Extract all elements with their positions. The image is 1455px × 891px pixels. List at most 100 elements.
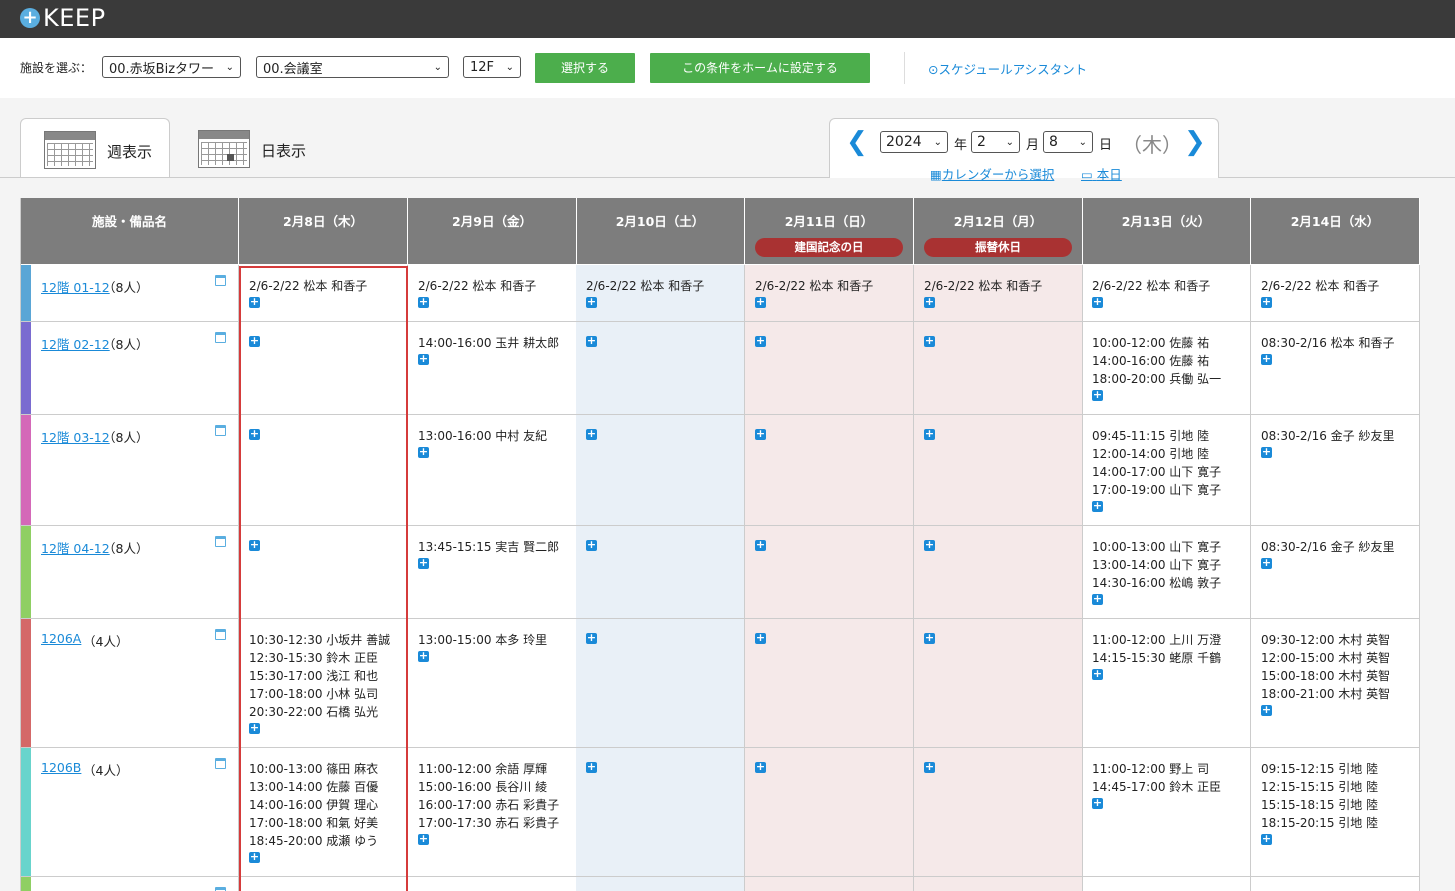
add-reservation-icon[interactable]: + — [418, 446, 429, 458]
schedule-cell[interactable]: + — [576, 415, 745, 525]
schedule-cell[interactable]: + — [576, 322, 745, 414]
schedule-cell[interactable]: + — [745, 415, 914, 525]
reservation-entry[interactable]: 16:00-17:00 赤石 彩貴子 — [418, 796, 576, 814]
calendar-icon[interactable] — [215, 332, 226, 343]
schedule-cell[interactable]: + — [914, 526, 1083, 618]
add-reservation-icon[interactable]: + — [1092, 296, 1103, 308]
schedule-cell[interactable]: 13:00-16:00 中村 友紀 + — [408, 415, 577, 525]
add-reservation-icon[interactable]: + — [1261, 557, 1272, 569]
reservation-entry[interactable]: 18:00-21:00 木村 英智 — [1261, 685, 1419, 703]
add-reservation-icon[interactable]: + — [586, 539, 597, 551]
reservation-entry[interactable]: 14:30-16:00 松嶋 敦子 — [1092, 574, 1250, 592]
calendar-select-link[interactable]: ▦カレンダーから選択 — [930, 164, 1054, 183]
add-reservation-icon[interactable]: + — [755, 335, 766, 347]
tab-day-view[interactable]: 日表示 — [196, 118, 336, 178]
schedule-cell[interactable]: 08:30-2/16 松本 和香子 + — [1251, 322, 1420, 414]
add-reservation-icon[interactable]: + — [755, 539, 766, 551]
add-reservation-icon[interactable]: + — [249, 851, 260, 863]
add-reservation-icon[interactable]: + — [755, 761, 766, 773]
schedule-cell[interactable]: 09:45-11:15 引地 陸 12:00-14:00 引地 陸 14:00-17… — [1082, 415, 1251, 525]
floor-select[interactable]: 12F ⌄ — [463, 56, 521, 78]
reservation-entry[interactable]: 20:30-22:00 石橋 弘光 — [249, 703, 407, 721]
add-reservation-icon[interactable]: + — [249, 335, 260, 347]
schedule-assistant-link[interactable]: ⊙スケジュールアシスタント — [928, 59, 1087, 78]
add-reservation-icon[interactable]: + — [586, 632, 597, 644]
schedule-cell[interactable]: + — [914, 619, 1083, 747]
reservation-entry[interactable]: 09:30-12:00 木村 英智 — [1261, 631, 1419, 649]
schedule-cell[interactable] — [914, 877, 1083, 891]
reservation-entry[interactable]: 18:00-20:00 兵働 弘一 — [1092, 370, 1250, 388]
reservation-entry[interactable]: 12:15-15:15 引地 陸 — [1261, 778, 1419, 796]
reservation-entry[interactable]: 13:00-16:00 中村 友紀 — [418, 427, 576, 445]
add-reservation-icon[interactable]: + — [1092, 500, 1103, 512]
reservation-entry[interactable]: 2/6-2/22 松本 和香子 — [586, 277, 744, 295]
reservation-entry[interactable]: 2/6-2/22 松本 和香子 — [249, 277, 407, 295]
reservation-entry[interactable]: 14:15-15:30 蛯原 千鶴 — [1092, 649, 1250, 667]
add-reservation-icon[interactable]: + — [1261, 353, 1272, 365]
reservation-entry[interactable]: 08:30-2/16 金子 紗友里 — [1261, 538, 1419, 556]
schedule-cell[interactable]: 2/6-2/22 松本 和香子 + — [408, 265, 577, 321]
schedule-cell[interactable]: + — [576, 619, 745, 747]
schedule-cell[interactable]: 2/6-2/22 松本 和香子 + — [914, 265, 1083, 321]
reservation-entry[interactable]: 18:15-20:15 引地 陸 — [1261, 814, 1419, 832]
schedule-cell[interactable]: 2/6-2/22 松本 和香子 + — [576, 265, 745, 321]
reservation-entry[interactable]: 14:00-16:00 佐藤 祐 — [1092, 352, 1250, 370]
add-reservation-icon[interactable]: + — [586, 761, 597, 773]
reservation-entry[interactable]: 13:45-15:15 実吉 賢二郎 — [418, 538, 576, 556]
reservation-entry[interactable]: 14:00-16:00 玉井 耕太郎 — [418, 334, 576, 352]
reservation-entry[interactable]: 13:00-14:00 佐藤 百優 — [249, 778, 407, 796]
schedule-cell[interactable] — [745, 877, 914, 891]
schedule-cell[interactable]: 10:30-12:30 小坂井 善誠 12:30-15:30 鈴木 正臣 15:30… — [239, 619, 408, 747]
schedule-cell[interactable] — [1251, 877, 1420, 891]
add-reservation-icon[interactable]: + — [755, 296, 766, 308]
schedule-cell[interactable]: 13:00-15:00 本多 玲里 + — [408, 619, 577, 747]
add-reservation-icon[interactable]: + — [1261, 833, 1272, 845]
reservation-entry[interactable]: 2/6-2/22 松本 和香子 — [924, 277, 1082, 295]
add-reservation-icon[interactable]: + — [418, 353, 429, 365]
add-reservation-icon[interactable]: + — [755, 428, 766, 440]
add-reservation-icon[interactable]: + — [1261, 446, 1272, 458]
reservation-entry[interactable]: 2/6-2/22 松本 和香子 — [755, 277, 913, 295]
schedule-cell[interactable]: + — [745, 526, 914, 618]
reservation-entry[interactable]: 12:30-15:30 鈴木 正臣 — [249, 649, 407, 667]
schedule-cell[interactable] — [1082, 877, 1251, 891]
schedule-cell[interactable]: + — [576, 526, 745, 618]
facility-name-link[interactable]: 1206B — [41, 760, 81, 775]
today-link[interactable]: ▭ 本日 — [1081, 164, 1122, 183]
add-reservation-icon[interactable]: + — [586, 335, 597, 347]
add-reservation-icon[interactable]: + — [418, 296, 429, 308]
select-button[interactable]: 選択する — [535, 53, 635, 83]
calendar-icon[interactable] — [215, 536, 226, 547]
facility-name-link[interactable]: 12階 01-12 — [41, 277, 110, 296]
facility-name-link[interactable]: 1206A — [41, 631, 81, 646]
schedule-cell[interactable] — [239, 877, 408, 891]
add-reservation-icon[interactable]: + — [924, 761, 935, 773]
schedule-cell[interactable]: + — [745, 748, 914, 876]
add-reservation-icon[interactable]: + — [1261, 296, 1272, 308]
schedule-cell[interactable]: 10:00-12:00 佐藤 祐 14:00-16:00 佐藤 祐 18:00-20… — [1082, 322, 1251, 414]
add-reservation-icon[interactable]: + — [924, 539, 935, 551]
schedule-cell[interactable]: 11:00-12:00 野上 司 14:45-17:00 鈴木 正臣 + — [1082, 748, 1251, 876]
reservation-entry[interactable]: 13:00-15:00 本多 玲里 — [418, 631, 576, 649]
schedule-cell[interactable]: + — [914, 415, 1083, 525]
add-reservation-icon[interactable]: + — [586, 428, 597, 440]
add-reservation-icon[interactable]: + — [1092, 389, 1103, 401]
reservation-entry[interactable]: 08:30-2/16 松本 和香子 — [1261, 334, 1419, 352]
schedule-cell[interactable]: 2/6-2/22 松本 和香子 + — [239, 265, 408, 321]
reservation-entry[interactable]: 10:00-13:00 篠田 麻衣 — [249, 760, 407, 778]
schedule-cell[interactable]: 14:00-16:00 玉井 耕太郎 + — [408, 322, 577, 414]
day-select[interactable]: 8 ⌄ — [1043, 131, 1093, 153]
schedule-cell[interactable]: + — [914, 322, 1083, 414]
add-reservation-icon[interactable]: + — [1092, 668, 1103, 680]
schedule-cell[interactable]: + — [239, 415, 408, 525]
facility-name-link[interactable]: 12階 04-12 — [41, 538, 110, 557]
reservation-entry[interactable]: 2/6-2/22 松本 和香子 — [418, 277, 576, 295]
schedule-cell[interactable]: 09:15-12:15 引地 陸 12:15-15:15 引地 陸 15:15-18… — [1251, 748, 1420, 876]
building-select[interactable]: 00.赤坂Bizタワー ⌄ — [102, 56, 241, 78]
reservation-entry[interactable]: 08:30-2/16 金子 紗友里 — [1261, 427, 1419, 445]
category-select[interactable]: 00.会議室 ⌄ — [256, 56, 449, 78]
facility-name-link[interactable]: 12階 03-12 — [41, 427, 110, 446]
reservation-entry[interactable]: 14:45-17:00 鈴木 正臣 — [1092, 778, 1250, 796]
schedule-cell[interactable]: 08:30-2/16 金子 紗友里 + — [1251, 415, 1420, 525]
add-reservation-icon[interactable]: + — [418, 833, 429, 845]
